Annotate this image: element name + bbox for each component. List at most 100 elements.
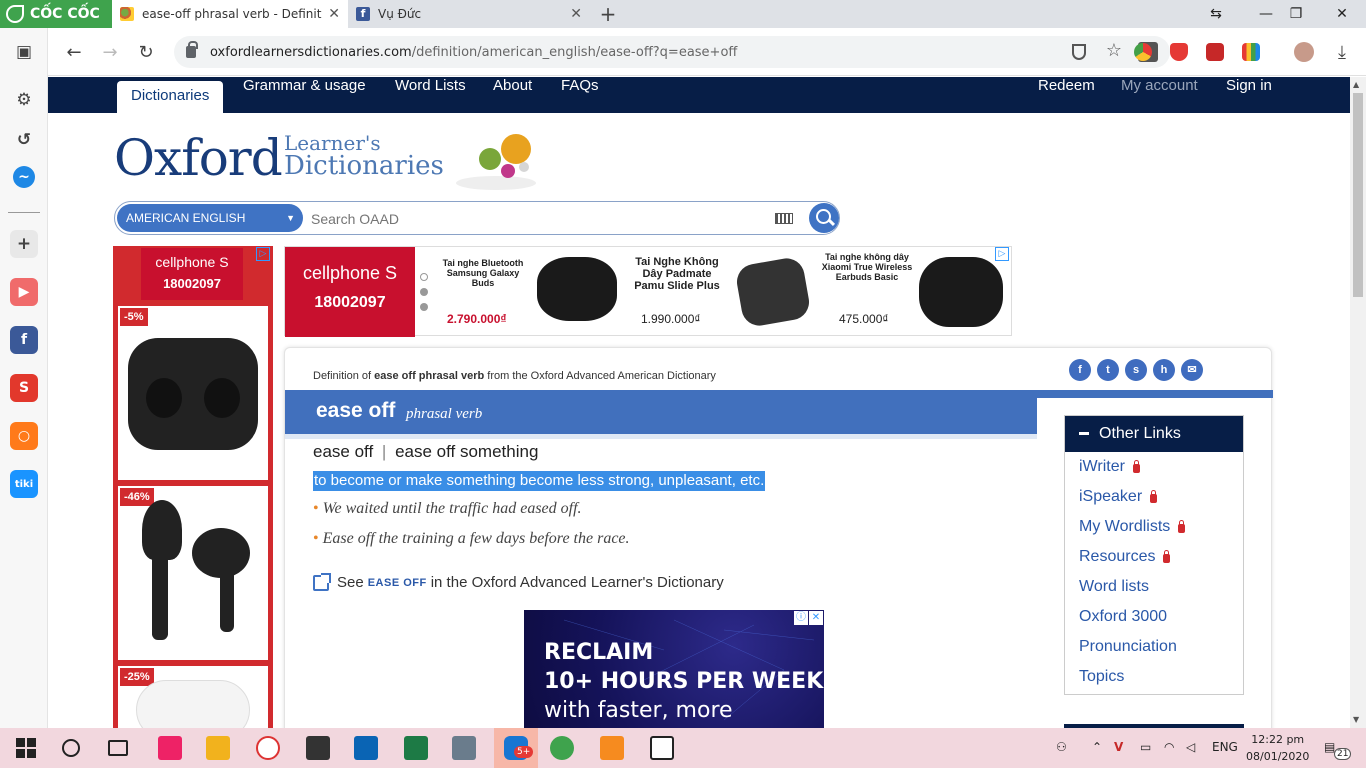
other-link-item[interactable]: Topics (1065, 662, 1243, 692)
red-extension-icon[interactable] (1206, 43, 1224, 61)
other-link-label: Resources (1079, 548, 1156, 565)
adchoices-icon[interactable]: ▷ (995, 247, 1009, 261)
shopee-icon[interactable]: S (10, 374, 38, 402)
keyboard-icon[interactable] (775, 213, 793, 224)
nav-dictionaries[interactable]: Dictionaries (117, 81, 224, 113)
close-icon[interactable]: ✕ (570, 6, 582, 22)
tiki-icon[interactable]: tiki (10, 470, 38, 498)
youtube-icon[interactable]: ▶ (10, 278, 38, 306)
settings-icon[interactable]: ⚙ (10, 86, 38, 114)
battery-icon[interactable]: ▭ (1140, 740, 1151, 754)
back-button[interactable]: ← (60, 38, 88, 66)
search-app-icon[interactable]: ○ (10, 422, 38, 450)
other-link-item[interactable]: Oxford 3000 (1065, 602, 1243, 632)
share-email-icon[interactable]: ✉ (1181, 359, 1203, 381)
share-twitter-icon[interactable]: t (1097, 359, 1119, 381)
shield-icon[interactable] (1072, 44, 1086, 60)
nav-my-account[interactable]: My account (1107, 77, 1212, 113)
zalo-taskbar-button[interactable]: 5+ (494, 728, 538, 768)
ad-bottom-banner[interactable]: RECLAIM 10+ HOURS PER WEEK with faster, … (524, 610, 824, 728)
tab-facebook[interactable]: f Vụ Đức ✕ (348, 0, 590, 28)
search-icon[interactable] (62, 739, 80, 757)
file-explorer-icon[interactable] (206, 736, 230, 760)
forward-button[interactable]: → (96, 38, 124, 66)
downloads-icon[interactable]: ⤓ (1328, 38, 1356, 66)
color-extension-icon[interactable] (1242, 43, 1260, 61)
nav-grammar-usage[interactable]: Grammar & usage (229, 77, 380, 113)
other-link-item[interactable]: My Wordlists (1065, 512, 1243, 542)
nav-sign-in[interactable]: Sign in (1212, 77, 1286, 113)
foxit-icon[interactable] (600, 736, 624, 760)
clock[interactable]: 12:22 pm 08/01/2020 (1246, 731, 1309, 765)
adchoices-icon[interactable]: ▷ (256, 247, 270, 261)
excel-icon[interactable] (404, 736, 428, 760)
chrome-extension-icon[interactable] (1134, 43, 1152, 61)
other-link-item[interactable]: iWriter (1065, 452, 1243, 482)
adblock-extension-icon[interactable] (1170, 43, 1188, 61)
address-bar[interactable]: oxfordlearnersdictionaries.com/definitio… (174, 36, 1170, 68)
wifi-icon[interactable]: ◠ (1164, 740, 1174, 754)
search-button[interactable] (809, 203, 839, 233)
tab-search-button[interactable]: ⇆ (1196, 0, 1236, 28)
scroll-up-icon[interactable]: ▲ (1353, 80, 1359, 89)
ad-left-banner[interactable]: cellphone S 18002097 ▷ -5% -46% -25% (113, 246, 273, 728)
close-window-button[interactable]: ✕ (1322, 0, 1362, 28)
sticky-notes-icon[interactable] (306, 736, 330, 760)
outlook-icon[interactable] (354, 736, 378, 760)
page-scrollbar[interactable]: ▲ ▼ (1350, 77, 1366, 728)
dictionary-select[interactable]: AMERICAN ENGLISH ▼ (117, 204, 303, 232)
history-icon[interactable]: ↺ (10, 126, 38, 154)
coccoc-logo-icon (6, 5, 24, 23)
facebook-icon[interactable]: f (10, 326, 38, 354)
carousel-dot[interactable] (420, 303, 428, 311)
chevron-up-icon[interactable]: ⌃ (1092, 740, 1102, 754)
language-indicator[interactable]: ENG (1212, 740, 1238, 754)
share-stumbleupon-icon[interactable]: s (1125, 359, 1147, 381)
new-tab-button[interactable]: + (596, 2, 620, 26)
ad-product-card[interactable]: -46% (118, 486, 268, 660)
sidebar-toggle-icon[interactable]: ▣ (10, 38, 38, 66)
app-icon[interactable] (256, 736, 280, 760)
other-links-header[interactable]: Other Links (1065, 416, 1243, 452)
tab-oald[interactable]: ease-off phrasal verb - Definition, pict… (112, 0, 348, 28)
scroll-down-icon[interactable]: ▼ (1353, 715, 1359, 724)
photos-icon[interactable] (650, 736, 674, 760)
coccoc-icon[interactable] (550, 736, 574, 760)
scroll-thumb[interactable] (1353, 93, 1363, 297)
ad-top-banner[interactable]: cellphone S 18002097 Tai nghe Bluetooth … (284, 246, 1012, 337)
restore-button[interactable]: ❐ (1276, 0, 1316, 28)
task-view-icon[interactable] (108, 740, 128, 756)
ad-close-icon[interactable]: ✕ (809, 611, 823, 625)
star-icon[interactable]: ☆ (1106, 40, 1122, 61)
nav-redeem[interactable]: Redeem (1024, 77, 1109, 113)
app-icon[interactable] (452, 736, 476, 760)
other-link-item[interactable]: Pronunciation (1065, 632, 1243, 662)
carousel-dot[interactable] (420, 288, 428, 296)
app-icon[interactable] (158, 736, 182, 760)
nav-word-lists[interactable]: Word Lists (381, 77, 480, 113)
ad-product-card[interactable]: -5% (118, 306, 268, 480)
people-icon[interactable]: ⚇ (1056, 740, 1067, 754)
other-link-item[interactable]: Word lists (1065, 572, 1243, 602)
see-link[interactable]: EASE OFF (368, 577, 427, 589)
search-input[interactable] (311, 206, 761, 232)
share-facebook-icon[interactable]: f (1069, 359, 1091, 381)
ad-product-card[interactable]: -25% (118, 666, 268, 728)
carousel-dot[interactable] (420, 273, 428, 281)
other-link-item[interactable]: Resources (1065, 542, 1243, 572)
other-link-item[interactable]: iSpeaker (1065, 482, 1243, 512)
vietkey-icon[interactable]: V (1114, 740, 1123, 754)
nav-faqs[interactable]: FAQs (547, 77, 613, 113)
adinfo-icon[interactable]: ⓘ (794, 611, 808, 625)
add-sidebar-item-icon[interactable]: + (10, 230, 38, 258)
clock-time: 12:22 pm (1251, 733, 1305, 746)
share-hi5-icon[interactable]: h (1153, 359, 1175, 381)
windows-start-icon[interactable] (14, 736, 38, 760)
reload-button[interactable]: ↻ (132, 38, 160, 66)
nav-about[interactable]: About (479, 77, 546, 113)
coccoc-menu-button[interactable]: CỐC CỐC (0, 0, 112, 28)
messenger-icon[interactable]: ~ (13, 166, 35, 188)
volume-icon[interactable]: ◁ (1186, 740, 1195, 754)
close-icon[interactable]: ✕ (328, 6, 340, 22)
avatar[interactable] (1294, 42, 1314, 62)
